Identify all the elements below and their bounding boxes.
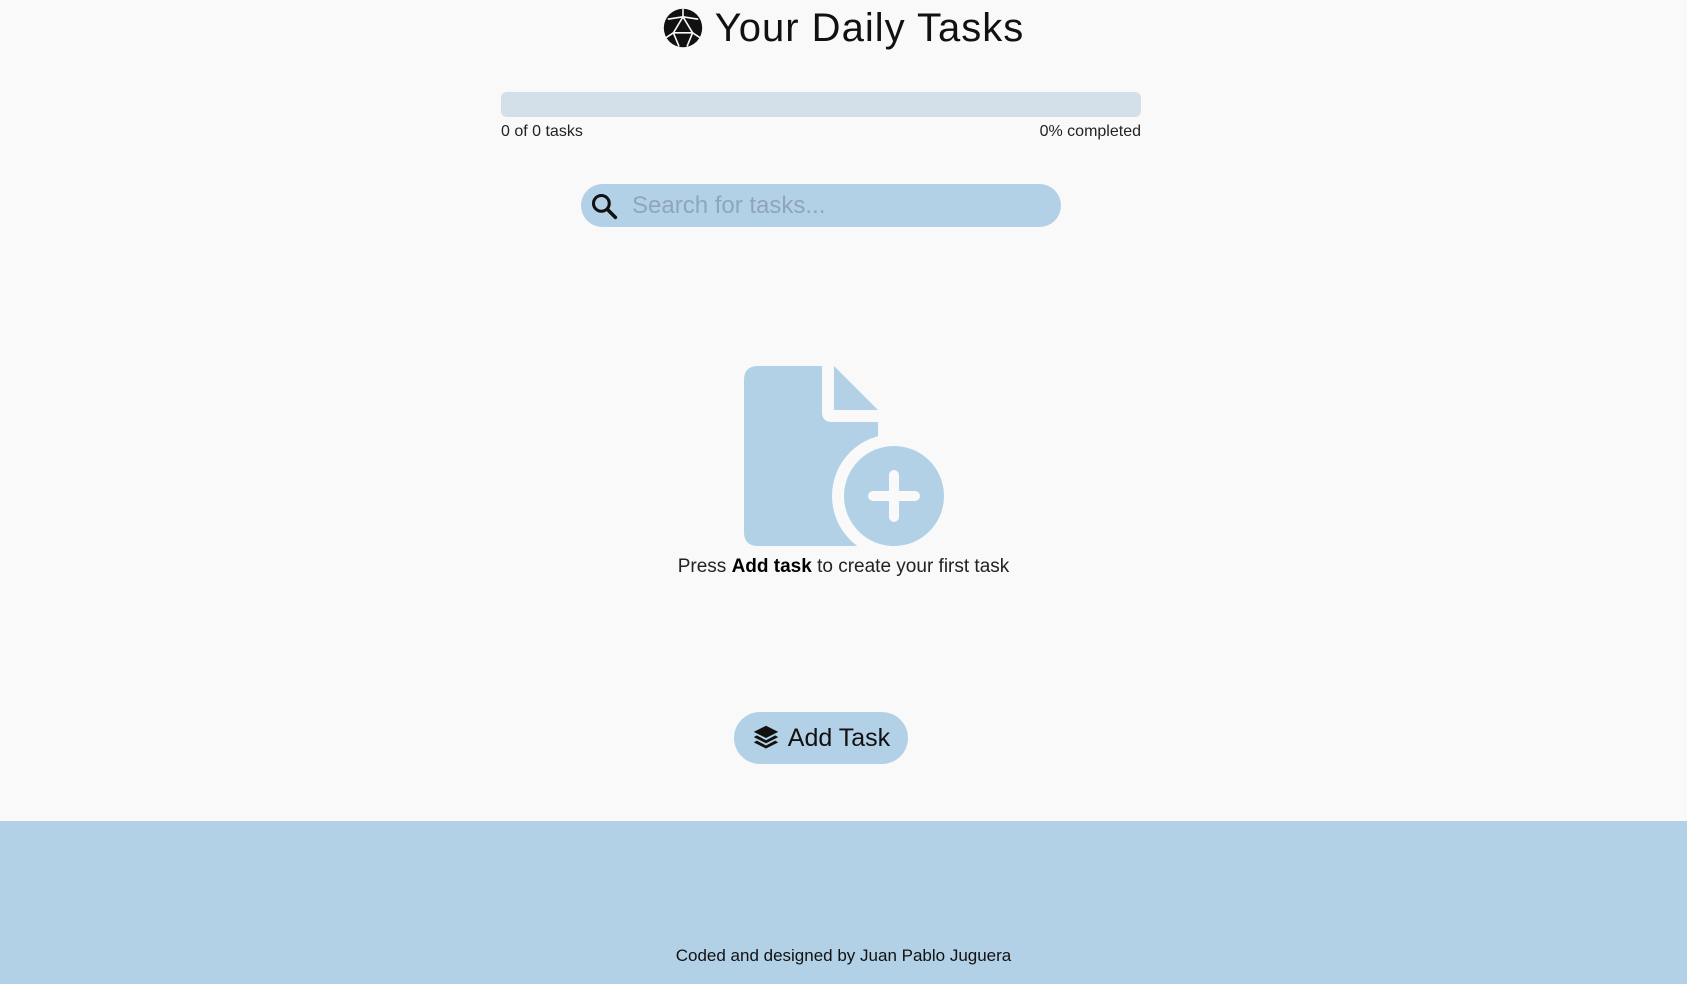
empty-text-after: to create your first task	[817, 556, 1010, 577]
empty-state: Press Add task to create your first task	[0, 366, 1687, 578]
empty-text-before: Press	[677, 556, 727, 577]
empty-text-bold: Add task	[731, 556, 812, 577]
page-footer: Coded and designed by Juan Pablo Juguera	[0, 821, 1687, 984]
empty-state-message: Press Add task to create your first task	[0, 556, 1687, 578]
dice-icon	[663, 8, 702, 48]
file-plus-icon	[743, 366, 944, 546]
progress-bar	[501, 92, 1141, 117]
progress-labels: 0 of 0 tasks 0% completed	[501, 123, 1141, 141]
search-bar[interactable]	[581, 183, 1061, 228]
page-title: Your Daily Tasks	[714, 5, 1025, 50]
layers-icon	[753, 725, 779, 749]
add-task-label: Add Task	[787, 723, 891, 752]
add-task-button[interactable]: Add Task	[734, 712, 908, 764]
search-input[interactable]	[630, 183, 1061, 228]
progress-section: 0 of 0 tasks 0% completed	[501, 92, 1141, 141]
completion-percent-label: 0% completed	[1039, 123, 1141, 140]
page-header: Your Daily Tasks	[0, 0, 1687, 56]
footer-credit: Coded and designed by Juan Pablo Juguera	[675, 946, 1012, 965]
task-count-label: 0 of 0 tasks	[501, 123, 583, 140]
search-icon	[591, 193, 618, 219]
